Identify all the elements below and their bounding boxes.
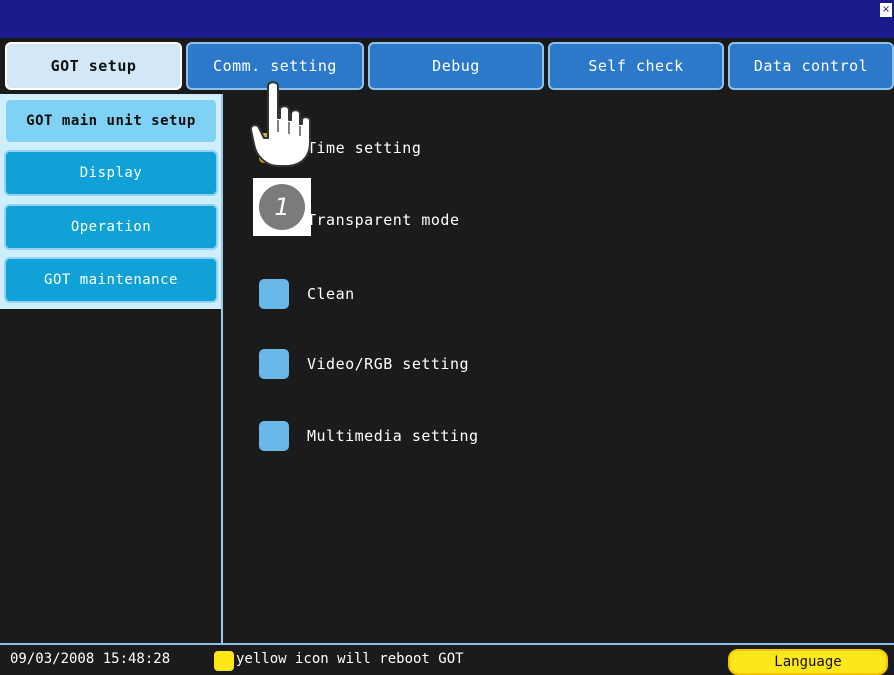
title-bar: ×: [0, 0, 894, 38]
yellow-square-icon: [214, 651, 234, 671]
sidebar: GOT main unit setup Display Operation GO…: [0, 94, 223, 643]
status-bar: 09/03/2008 15:48:28 yellow icon will reb…: [0, 643, 894, 675]
tab-self-check[interactable]: Self check: [548, 42, 724, 90]
language-button[interactable]: Language: [728, 649, 888, 675]
tab-got-setup[interactable]: GOT setup: [5, 42, 182, 90]
sidebar-item-got-maintenance[interactable]: GOT maintenance: [4, 257, 218, 303]
sidebar-item-operation[interactable]: Operation: [4, 204, 218, 250]
sidebar-item-display[interactable]: Display: [4, 150, 218, 196]
main-panel: Time setting Transparent mode Clean Vide…: [223, 94, 894, 643]
step-badge: 1: [253, 178, 311, 236]
time-setting-label: Time setting: [307, 139, 422, 157]
transparent-mode-label: Transparent mode: [307, 211, 460, 229]
reboot-notice: yellow icon will reboot GOT: [236, 651, 464, 667]
multimedia-setting-label: Multimedia setting: [307, 427, 479, 445]
square-icon: [259, 349, 289, 379]
multimedia-setting-item[interactable]: Multimedia setting: [259, 420, 479, 452]
sidebar-item-got-main-unit-setup[interactable]: GOT main unit setup: [4, 98, 218, 144]
pointing-hand-icon: [249, 81, 311, 167]
tab-debug[interactable]: Debug: [368, 42, 544, 90]
clean-item[interactable]: Clean: [259, 278, 355, 310]
tab-bar: GOT setup Comm. setting Debug Self check…: [0, 38, 894, 94]
step-number: 1: [259, 184, 305, 230]
video-rgb-setting-label: Video/RGB setting: [307, 355, 470, 373]
square-icon: [259, 421, 289, 451]
close-icon[interactable]: ×: [880, 3, 892, 17]
clean-label: Clean: [307, 285, 355, 303]
tab-data-control[interactable]: Data control: [728, 42, 894, 90]
square-icon: [259, 279, 289, 309]
video-rgb-setting-item[interactable]: Video/RGB setting: [259, 348, 469, 380]
datetime-display: 09/03/2008 15:48:28: [10, 651, 171, 667]
